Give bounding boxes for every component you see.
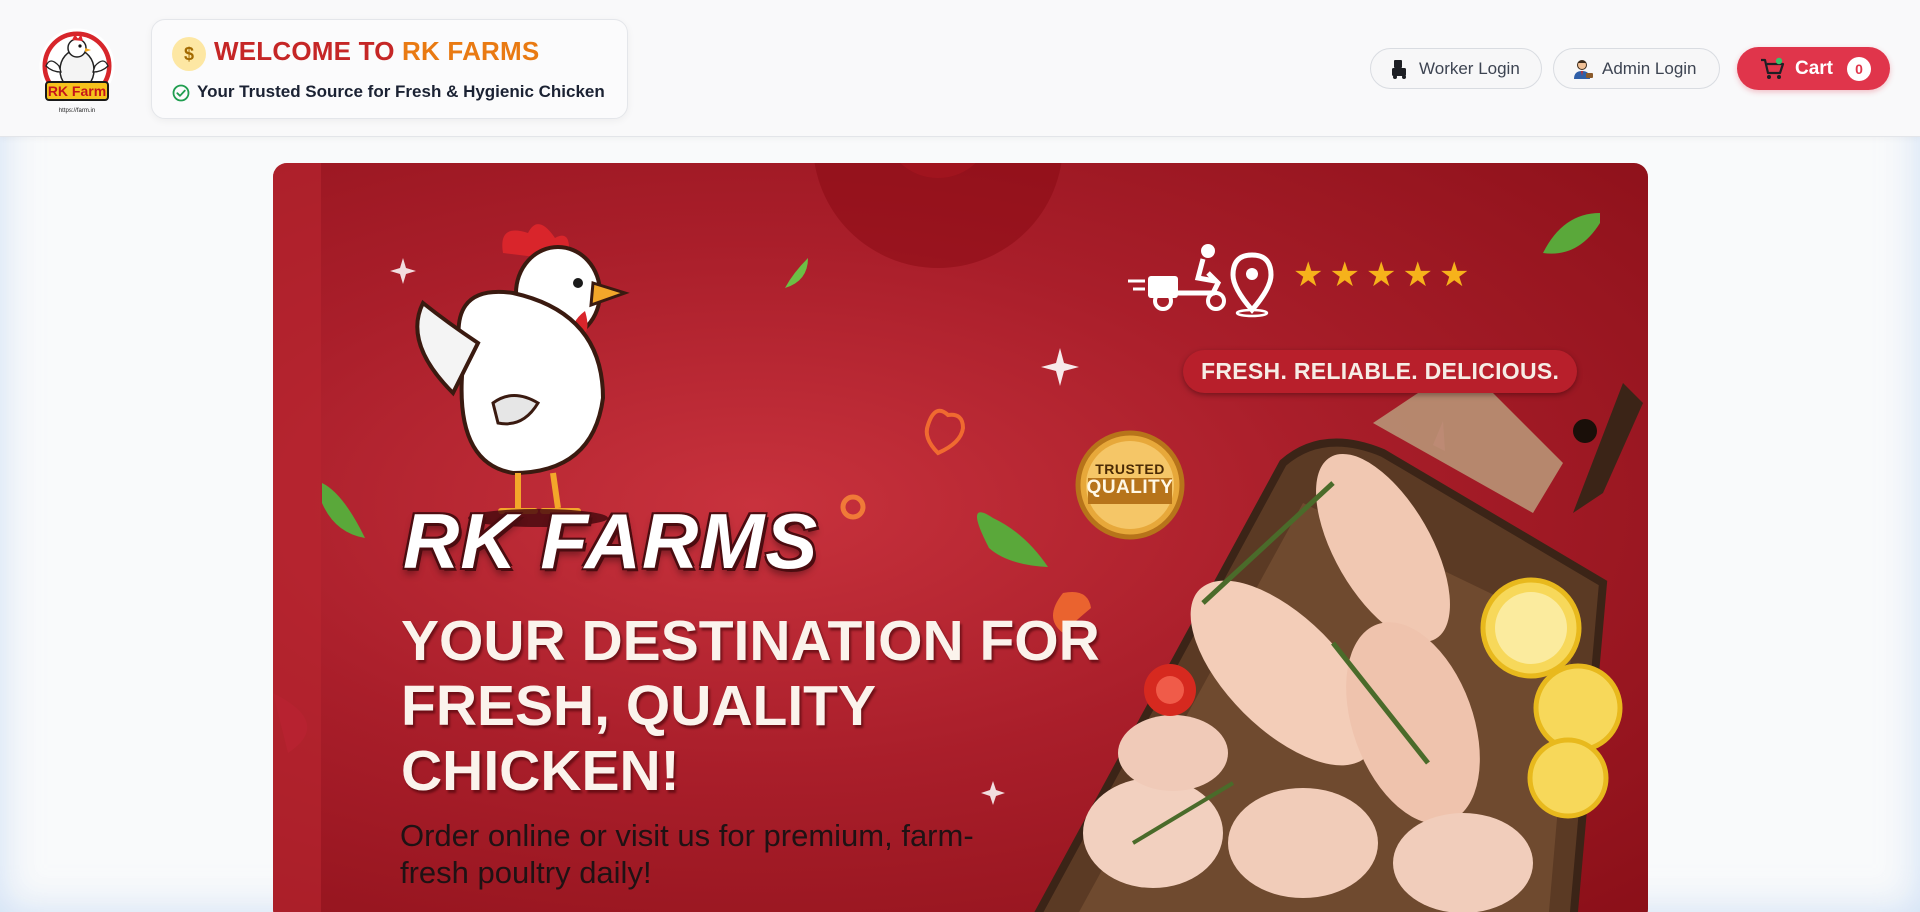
page: RK Farm https://farm.in $ WELCOME TO RK … [0,0,1920,912]
star-icon: ★ [1365,256,1397,294]
welcome-title: WELCOME TO RK FARMS [214,36,539,67]
star-icon: ★ [1293,256,1324,294]
welcome-title-brand: RK FARMS [402,36,540,66]
rating-stars: ★ ★ ★ ★ ★ [1293,258,1469,292]
hero-banner: ★ ★ ★ ★ ★ FRESH. RELIABLE. DELICIOUS. TR… [273,163,1648,912]
star-icon: ★ [1402,256,1433,294]
hero-subheadline: Order online or visit us for premium, fa… [400,818,974,890]
hero-tagline: FRESH. RELIABLE. DELICIOUS. [1183,350,1578,393]
badge-line-1: TRUSTED [1095,461,1165,477]
dollar-coin-icon: $ [172,37,206,71]
hero-brand-title: RK FARMS [403,497,819,585]
cart-count-badge: 0 [1847,56,1872,81]
badge-line-2: QUALITY [1086,477,1174,498]
welcome-card: $ WELCOME TO RK FARMS Your Trusted Sourc… [151,19,628,119]
welcome-title-prefix: WELCOME TO [214,36,403,66]
delivery-scooter-icon [1128,244,1226,311]
svg-text:https://farm.in: https://farm.in [59,108,95,114]
location-pin-icon [1230,252,1274,318]
cart-label: Cart [1795,57,1834,79]
logo-text: RK Farm [48,83,106,99]
admin-user-icon [1574,59,1593,79]
welcome-tagline: Your Trusted Source for Fresh & Hygienic… [197,82,605,101]
cart-button[interactable]: Cart 0 [1737,47,1890,90]
check-circle-icon [172,84,190,102]
admin-login-button[interactable]: Admin Login [1553,48,1720,89]
rk-farm-logo[interactable]: RK Farm https://farm.in [28,26,126,118]
chicken-mascot-illustration [415,224,630,527]
trusted-quality-badge: TRUSTED QUALITY [1078,461,1182,499]
shopping-cart-icon [1761,57,1785,79]
hero-headline: YOUR DESTINATION FOR FRESH, QUALITY CHIC… [401,609,1100,803]
worker-login-button[interactable]: Worker Login [1370,48,1542,89]
site-header: RK Farm https://farm.in $ WELCOME TO RK … [0,0,1920,137]
admin-login-label: Admin Login [1602,58,1697,78]
worker-login-label: Worker Login [1419,58,1520,78]
star-icon: ★ [1329,256,1360,294]
worker-icon [1392,59,1406,79]
star-icon: ★ [1438,256,1470,294]
